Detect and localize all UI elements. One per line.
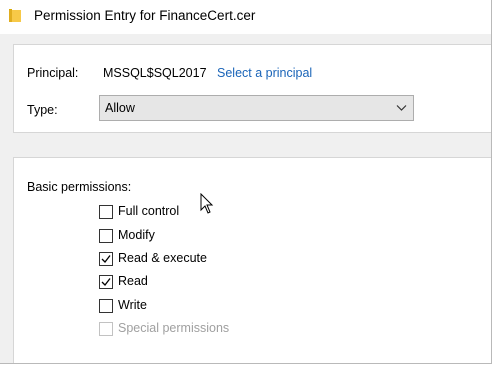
checkbox-box <box>99 299 113 313</box>
permission-label: Modify <box>118 228 155 242</box>
permission-entry-window: Permission Entry for FinanceCert.cer Pri… <box>0 0 492 364</box>
select-principal-link[interactable]: Select a principal <box>217 66 312 80</box>
principal-label: Principal: <box>27 66 79 80</box>
checkbox-box <box>99 205 113 219</box>
checkbox-box <box>99 229 113 243</box>
checkmark-icon <box>101 255 111 263</box>
window-title: Permission Entry for FinanceCert.cer <box>34 8 256 23</box>
permission-label: Full control <box>118 204 180 218</box>
type-label: Type: <box>27 103 58 117</box>
principal-value: MSSQL$SQL2017 <box>103 66 207 80</box>
checkbox-box <box>99 275 113 289</box>
basic-permissions-label: Basic permissions: <box>27 180 132 194</box>
permission-label: Read & execute <box>118 251 207 265</box>
checkbox-box <box>99 322 113 336</box>
type-dropdown[interactable]: Allow <box>99 95 414 121</box>
checkbox-box <box>99 252 113 266</box>
permission-label: Write <box>118 298 147 312</box>
title-bar: Permission Entry for FinanceCert.cer <box>0 0 491 34</box>
checkmark-icon <box>101 278 111 286</box>
mouse-cursor-icon <box>200 192 214 215</box>
permission-label: Read <box>118 274 148 288</box>
type-selected-value: Allow <box>105 101 135 115</box>
permission-label: Special permissions <box>118 321 230 335</box>
chevron-down-icon <box>396 102 407 113</box>
folder-icon <box>9 9 21 22</box>
